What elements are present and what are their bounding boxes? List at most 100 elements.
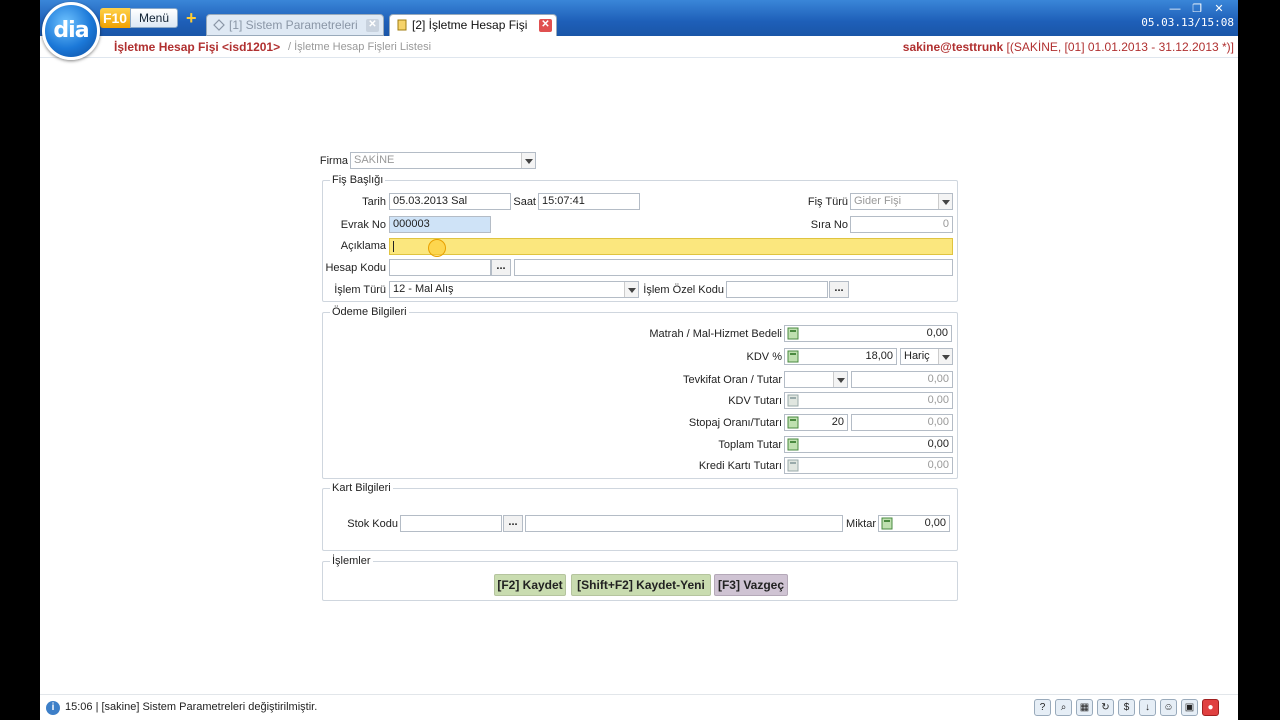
menu-button[interactable]: Menü <box>130 8 178 28</box>
calculator-icon <box>787 394 799 407</box>
tab-isletme-hesap-fisi[interactable]: [2] İşletme Hesap Fişi ✕ <box>389 14 557 36</box>
evrak-no-field[interactable]: 000003 <box>389 216 491 233</box>
stok-kodu-label: Stok Kodu <box>347 518 398 530</box>
firma-select[interactable]: SAKİNE <box>350 152 536 169</box>
hesap-aciklama-field[interactable] <box>514 259 953 276</box>
exit-icon[interactable]: ● <box>1202 699 1219 716</box>
toplam-tutar-field[interactable]: 0,00 <box>784 436 953 453</box>
kdv-mode-select[interactable]: Hariç <box>900 348 953 365</box>
fis-turu-select[interactable]: Gider Fişi <box>850 193 953 210</box>
breadcrumb-parent-link[interactable]: / İşletme Hesap Fişleri Listesi <box>288 41 431 53</box>
kdv-tutari-field[interactable]: 0,00 <box>784 392 953 409</box>
kredi-karti-value: 0,00 <box>927 459 949 471</box>
stok-aciklama-field[interactable] <box>525 515 843 532</box>
matrah-label: Matrah / Mal-Hizmet Bedeli <box>649 328 782 340</box>
help-icon[interactable]: ? <box>1034 699 1051 716</box>
islemler-title: İşlemler <box>330 555 373 567</box>
evrak-no-label: Evrak No <box>340 219 386 231</box>
chevron-down-icon[interactable] <box>833 372 847 387</box>
tarih-field[interactable]: 05.03.2013 Sal <box>389 193 511 210</box>
tevkifat-label: Tevkifat Oran / Tutar <box>682 374 782 386</box>
calculator-tray-icon[interactable]: ▦ <box>1076 699 1093 716</box>
hesap-kodu-label: Hesap Kodu <box>325 262 386 274</box>
currency-icon[interactable]: $ <box>1118 699 1135 716</box>
stok-kodu-lookup-button[interactable]: ... <box>503 515 523 532</box>
sira-no-field[interactable]: 0 <box>850 216 953 233</box>
refresh-icon[interactable]: ↻ <box>1097 699 1114 716</box>
f10-button[interactable]: F10 <box>100 8 130 28</box>
matrah-value: 0,00 <box>926 327 948 339</box>
fis-turu-label: Fiş Türü <box>807 196 848 208</box>
kdv-tutari-value: 0,00 <box>927 394 949 406</box>
chevron-down-icon[interactable] <box>624 282 638 297</box>
calculator-icon <box>787 459 799 472</box>
kart-bilgileri-title: Kart Bilgileri <box>330 482 393 494</box>
saat-field[interactable]: 15:07:41 <box>538 193 640 210</box>
kdv-pct-field[interactable]: 18,00 <box>784 348 897 365</box>
tevkifat-tutar-field[interactable]: 0,00 <box>851 371 953 388</box>
status-bar: i 15:06 | [sakine] Sistem Parametreleri … <box>40 694 1238 720</box>
chevron-down-icon[interactable] <box>938 194 952 209</box>
calculator-icon[interactable] <box>787 416 799 429</box>
calculator-icon[interactable] <box>787 327 799 340</box>
hesap-kodu-field[interactable] <box>389 259 491 276</box>
lock-icon[interactable]: ▣ <box>1181 699 1198 716</box>
matrah-field[interactable]: 0,00 <box>784 325 952 342</box>
calculator-icon[interactable] <box>787 438 799 451</box>
hesap-kodu-lookup-button[interactable]: ... <box>491 259 511 276</box>
miktar-value: 0,00 <box>924 517 946 529</box>
tevkifat-oran-select[interactable] <box>784 371 848 388</box>
new-tab-plus-icon[interactable]: + <box>186 9 197 27</box>
fis-turu-value: Gider Fişi <box>854 195 902 207</box>
kredi-karti-label: Kredi Kartı Tutarı <box>698 460 782 472</box>
close-tab-icon[interactable]: ✕ <box>539 19 552 32</box>
window-controls: — ❐ ✕ <box>1164 2 1230 15</box>
kdv-pct-label: KDV % <box>746 351 782 363</box>
tab-label: [2] İşletme Hesap Fişi <box>412 18 528 32</box>
sira-no-label: Sıra No <box>810 219 848 231</box>
chevron-down-icon[interactable] <box>521 153 535 168</box>
minimize-icon[interactable]: — <box>1164 3 1186 15</box>
kaydet-button[interactable]: [F2] Kaydet <box>494 574 566 596</box>
calculator-icon[interactable] <box>881 517 893 530</box>
stopaj-oran-field[interactable]: 20 <box>784 414 848 431</box>
period-context: [(SAKİNE, [01] 01.01.2013 - 31.12.2013 *… <box>1006 40 1234 54</box>
firma-value: SAKİNE <box>354 154 395 166</box>
kdv-mode-value: Hariç <box>904 350 930 362</box>
tarih-label: Tarih <box>362 196 386 208</box>
toplam-tutar-value: 0,00 <box>927 438 949 450</box>
close-tab-icon[interactable]: ✕ <box>366 19 379 32</box>
islem-ozel-kodu-field[interactable] <box>726 281 828 298</box>
stok-kodu-field[interactable] <box>400 515 502 532</box>
calculator-icon[interactable] <box>787 350 799 363</box>
vazgec-button[interactable]: [F3] Vazgeç <box>714 574 788 596</box>
chevron-down-icon[interactable] <box>938 349 952 364</box>
tab-label: [1] Sistem Parametreleri <box>229 18 358 32</box>
parameters-icon <box>213 19 225 31</box>
miktar-label: Miktar <box>846 518 876 530</box>
toplam-tutar-label: Toplam Tutar <box>718 439 782 451</box>
miktar-field[interactable]: 0,00 <box>878 515 950 532</box>
islem-turu-select[interactable]: 12 - Mal Alış <box>389 281 639 298</box>
dia-logo[interactable]: dia <box>42 2 100 60</box>
search-icon[interactable]: ⌕ <box>1055 699 1072 716</box>
page-title: İşletme Hesap Fişi <isd1201> <box>114 40 281 54</box>
aciklama-field[interactable] <box>389 238 953 255</box>
islem-turu-value: 12 - Mal Alış <box>393 283 454 295</box>
smiley-icon[interactable]: ☺ <box>1160 699 1177 716</box>
kaydet-yeni-button[interactable]: [Shift+F2] Kaydet-Yeni <box>571 574 711 596</box>
saat-label: Saat <box>513 196 536 208</box>
islem-turu-label: İşlem Türü <box>334 284 386 296</box>
user-context: sakine@testtrunk [(SAKİNE, [01] 01.01.20… <box>903 40 1234 54</box>
mouse-pointer-highlight-icon <box>428 239 446 257</box>
stopaj-tutar-field[interactable]: 0,00 <box>851 414 953 431</box>
close-window-icon[interactable]: ✕ <box>1208 2 1230 15</box>
restore-icon[interactable]: ❐ <box>1186 2 1208 15</box>
download-icon[interactable]: ↓ <box>1139 699 1156 716</box>
tab-sistem-parametreleri[interactable]: [1] Sistem Parametreleri ✕ <box>206 14 384 36</box>
top-bar: F10 Menü + [1] Sistem Parametreleri ✕ [2… <box>40 0 1238 36</box>
kredi-karti-field[interactable]: 0,00 <box>784 457 953 474</box>
kdv-tutari-label: KDV Tutarı <box>728 395 782 407</box>
islem-ozel-kodu-lookup-button[interactable]: ... <box>829 281 849 298</box>
app-window: F10 Menü + [1] Sistem Parametreleri ✕ [2… <box>40 0 1238 720</box>
